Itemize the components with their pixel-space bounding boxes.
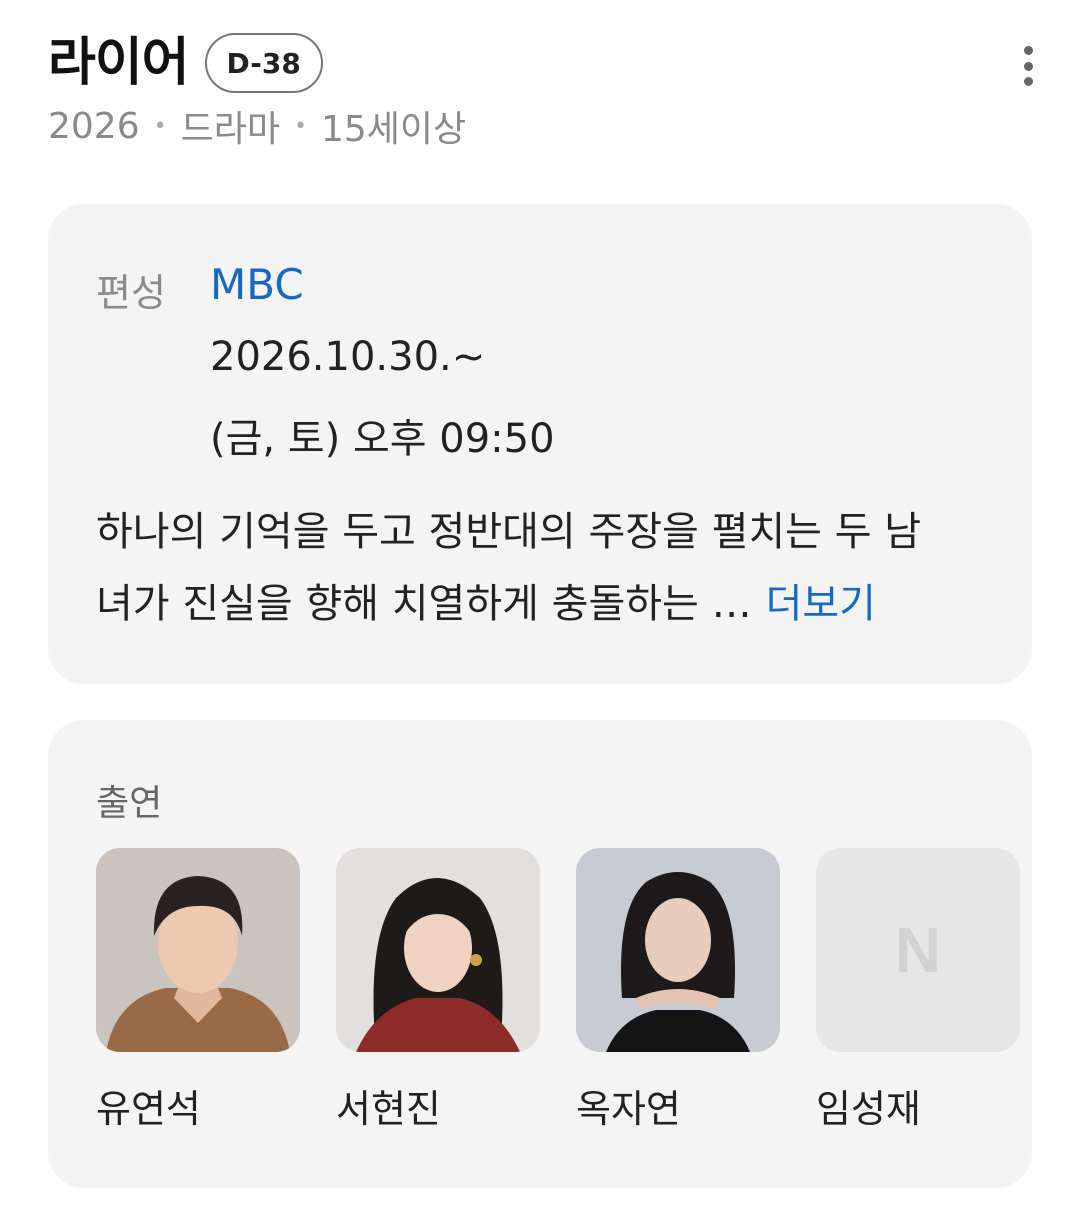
cast-name: 임성재	[816, 1087, 921, 1131]
genre: 드라마	[180, 109, 280, 150]
more-vertical-icon[interactable]	[1016, 42, 1040, 90]
release-year: 2026	[48, 105, 140, 147]
network-link[interactable]: MBC	[210, 260, 304, 309]
broadcast-schedule: (금, 토) 오후 09:50	[210, 416, 555, 462]
more-link[interactable]: 더보기	[766, 581, 876, 627]
meta-info: 2026 • 드라마 • 15세이상	[48, 100, 466, 152]
cast-member[interactable]: 유연석	[96, 848, 300, 1133]
cast-label: 출연	[96, 783, 163, 824]
more-dot	[1023, 77, 1033, 86]
synopsis-line: 하나의 기억을 두고 정반대의 주장을 펼치는 두 남	[96, 509, 922, 555]
broadcast-label: 편성	[96, 271, 166, 315]
cast-member[interactable]: N 임성재	[816, 848, 1020, 1133]
info-card: 편성 MBC 2026.10.30.~ (금, 토) 오후 09:50 하나의 …	[48, 204, 1032, 684]
cast-name: 서현진	[336, 1087, 441, 1131]
age-rating: 15세이상	[320, 109, 467, 150]
cast-photo-placeholder: N	[816, 848, 1020, 1052]
cast-name: 옥자연	[576, 1087, 681, 1131]
cast-name: 유연석	[96, 1087, 201, 1131]
start-date: 2026.10.30.~	[210, 334, 486, 380]
naver-logo-icon: N	[894, 914, 942, 986]
title-row: 라이어 D-38	[48, 28, 1040, 98]
synopsis-line: 녀가 진실을 향해 치열하게 충돌하는 …	[96, 581, 752, 627]
cast-member[interactable]: 서현진	[336, 848, 540, 1133]
cast-photo	[336, 848, 540, 1052]
synopsis-line-2: 녀가 진실을 향해 치열하게 충돌하는 … 더보기	[96, 568, 996, 640]
synopsis: 하나의 기억을 두고 정반대의 주장을 펼치는 두 남 녀가 진실을 향해 치열…	[96, 496, 996, 640]
page-title: 라이어	[48, 33, 190, 93]
cast-member[interactable]: 옥자연	[576, 848, 780, 1133]
cast-list: 유연석 서현진 옥자연 N 임성재	[96, 848, 1020, 1133]
dday-badge: D-38	[204, 33, 323, 93]
separator-dot: •	[153, 113, 167, 139]
more-dot	[1023, 46, 1033, 55]
cast-photo	[96, 848, 300, 1052]
separator-dot: •	[293, 113, 307, 139]
header: 라이어 D-38	[48, 28, 1040, 98]
cast-photo	[576, 848, 780, 1052]
more-dot	[1023, 61, 1033, 71]
cast-card: 출연 유연석 서현진 옥자연 N 임성재	[48, 720, 1032, 1188]
